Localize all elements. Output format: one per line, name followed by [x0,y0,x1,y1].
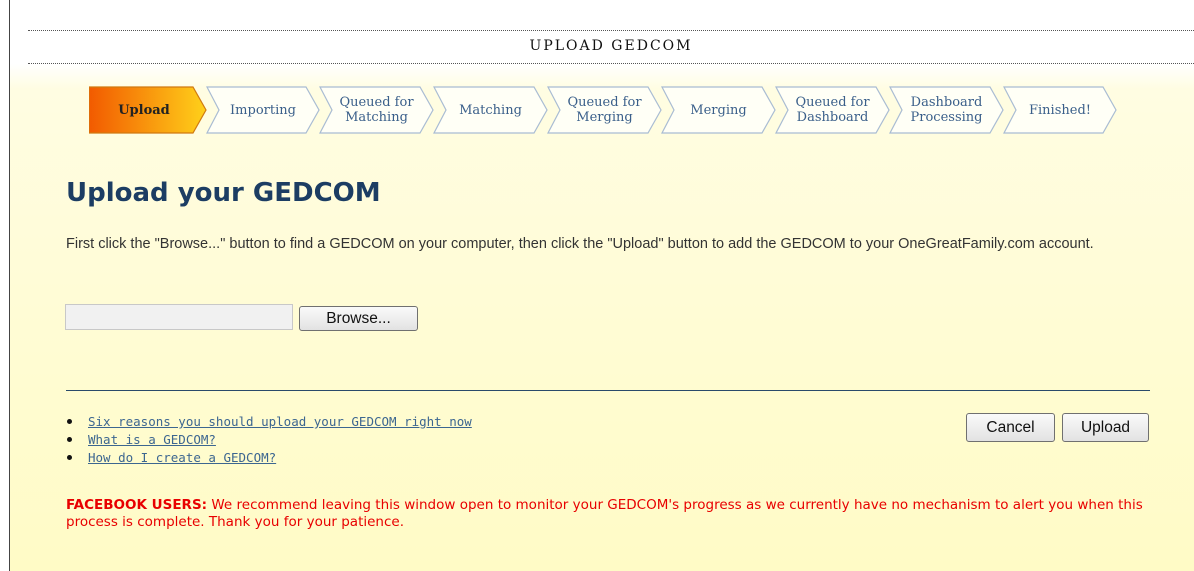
step-importing: Importing [206,86,320,134]
page-title: Upload your GEDCOM [66,178,381,208]
step-label: Dashboard Processing [910,95,983,125]
bullet-icon [67,437,72,442]
header-bar: UPLOAD GEDCOM [28,30,1194,64]
section-divider [66,390,1150,391]
step-matching: Matching [433,86,548,134]
step-finished: Finished! [1003,86,1117,134]
step-label: Matching [459,102,522,118]
notice-text: We recommend leaving this window open to… [66,497,1143,530]
header-title: UPLOAD GEDCOM [529,38,693,54]
file-path-input[interactable] [65,304,293,330]
list-item: What is a GEDCOM? [66,431,472,449]
cancel-button[interactable]: Cancel [966,413,1055,442]
upload-button[interactable]: Upload [1062,413,1149,442]
browse-button[interactable]: Browse... [299,306,418,331]
instructions-text: First click the "Browse..." button to fi… [66,236,1094,252]
step-label: Queued for Matching [339,95,414,125]
list-item: How do I create a GEDCOM? [66,449,472,467]
step-upload: Upload [89,86,207,134]
step-queued-matching: Queued for Matching [319,86,434,134]
link-how-create-gedcom[interactable]: How do I create a GEDCOM? [88,450,276,465]
step-label: Queued for Merging [567,95,642,125]
step-label: Finished! [1029,102,1091,118]
facebook-notice: FACEBOOK USERS: We recommend leaving thi… [66,497,1156,531]
link-six-reasons[interactable]: Six reasons you should upload your GEDCO… [88,414,472,429]
step-label: Merging [690,102,747,118]
step-label: Importing [230,102,296,118]
step-label: Upload [118,102,170,118]
help-links: Six reasons you should upload your GEDCO… [66,413,472,467]
notice-label: FACEBOOK USERS: [66,497,208,513]
step-dashboard-processing: Dashboard Processing [889,86,1004,134]
bullet-icon [67,455,72,460]
step-merging: Merging [661,86,776,134]
bullet-icon [67,419,72,424]
list-item: Six reasons you should upload your GEDCO… [66,413,472,431]
step-queued-merging: Queued for Merging [547,86,662,134]
link-what-is-gedcom[interactable]: What is a GEDCOM? [88,432,216,447]
step-label: Queued for Dashboard [795,95,870,125]
step-queued-dashboard: Queued for Dashboard [775,86,890,134]
